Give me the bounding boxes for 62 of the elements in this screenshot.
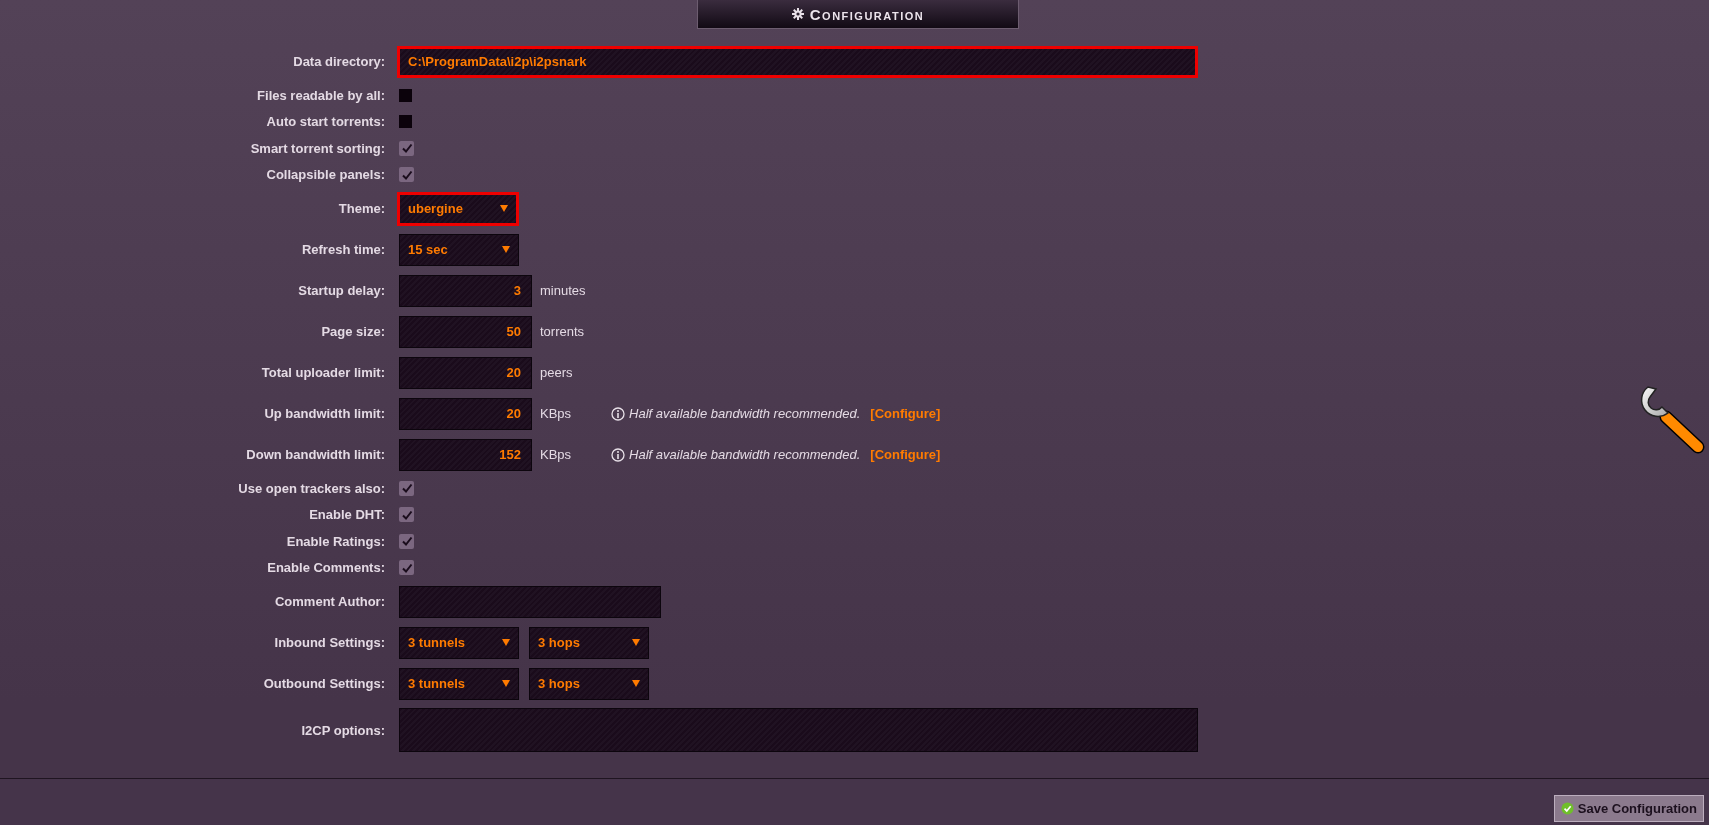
number-field[interactable]: 152	[399, 438, 532, 471]
dropdown[interactable]: 3 tunnels	[399, 667, 519, 700]
dropdown[interactable]: 15 sec	[399, 233, 519, 266]
checkbox[interactable]	[399, 533, 414, 549]
field-label: Files readable by all:	[256, 87, 385, 103]
number-field[interactable]: 50	[399, 315, 532, 348]
field-label: Startup delay:	[297, 283, 385, 298]
field-label: Enable DHT:	[308, 507, 385, 523]
field-label: I2CP options:	[300, 722, 385, 738]
unit-label: minutes	[540, 283, 586, 298]
field-label: Page size:	[320, 324, 385, 339]
caret-icon	[632, 639, 640, 646]
hint-text: Half available bandwidth recommended.	[629, 406, 861, 421]
caret-icon	[632, 680, 640, 687]
field-label: Enable Comments:	[266, 560, 385, 576]
info-icon	[611, 406, 626, 421]
section-title: Configuration	[809, 5, 925, 23]
checkbox[interactable]	[399, 167, 414, 183]
field-label: Total uploader limit:	[260, 365, 385, 380]
unit-label: torrents	[540, 324, 585, 339]
gear-icon	[791, 8, 804, 20]
checkbox[interactable]	[399, 560, 414, 576]
checkbox[interactable]	[399, 115, 412, 129]
number-field[interactable]: 3	[399, 274, 532, 307]
field-label: Up bandwidth limit:	[263, 406, 385, 421]
text-field[interactable]	[399, 585, 661, 618]
caret-icon	[502, 639, 510, 646]
info-icon	[611, 447, 626, 462]
field-label: Down bandwidth limit:	[245, 447, 385, 462]
field-label: Inbound Settings:	[273, 635, 385, 650]
checkbox[interactable]	[399, 140, 414, 156]
unit-label: peers	[540, 365, 573, 380]
dropdown[interactable]: ubergine	[397, 191, 519, 226]
field-label: Theme:	[337, 201, 385, 216]
configure-link[interactable]: [Configure]	[870, 406, 941, 421]
field-label: Comment Author:	[274, 594, 385, 609]
dropdown[interactable]: 3 hops	[529, 667, 649, 700]
text-field[interactable]: C:\ProgramData\i2p\i2psnark	[397, 45, 1198, 78]
field-label: Use open trackers also:	[237, 480, 385, 496]
caret-icon	[502, 246, 510, 253]
checkbox[interactable]	[399, 88, 412, 102]
field-label: Enable Ratings:	[285, 533, 385, 549]
field-label: Auto start torrents:	[265, 114, 385, 130]
hint-text: Half available bandwidth recommended.	[629, 447, 861, 462]
caret-icon	[500, 205, 508, 212]
check-icon	[1560, 802, 1574, 815]
number-field[interactable]: 20	[399, 356, 532, 389]
checkbox[interactable]	[399, 507, 414, 523]
field-label: Refresh time:	[300, 242, 385, 257]
unit-label: KBps	[540, 447, 572, 462]
caret-icon	[502, 680, 510, 687]
unit-label: KBps	[540, 406, 572, 421]
save-button[interactable]: Save Configuration	[1553, 795, 1704, 822]
number-field[interactable]: 20	[399, 397, 532, 430]
field-label: Data directory:	[292, 54, 385, 69]
field-label: Collapsible panels:	[265, 167, 385, 183]
field-label: Outbound Settings:	[262, 676, 385, 691]
checkbox[interactable]	[399, 480, 414, 496]
dropdown[interactable]: 3 tunnels	[399, 626, 519, 659]
configure-link[interactable]: [Configure]	[870, 447, 941, 462]
field-label: Smart torrent sorting:	[249, 140, 385, 156]
dropdown[interactable]: 3 hops	[529, 626, 649, 659]
